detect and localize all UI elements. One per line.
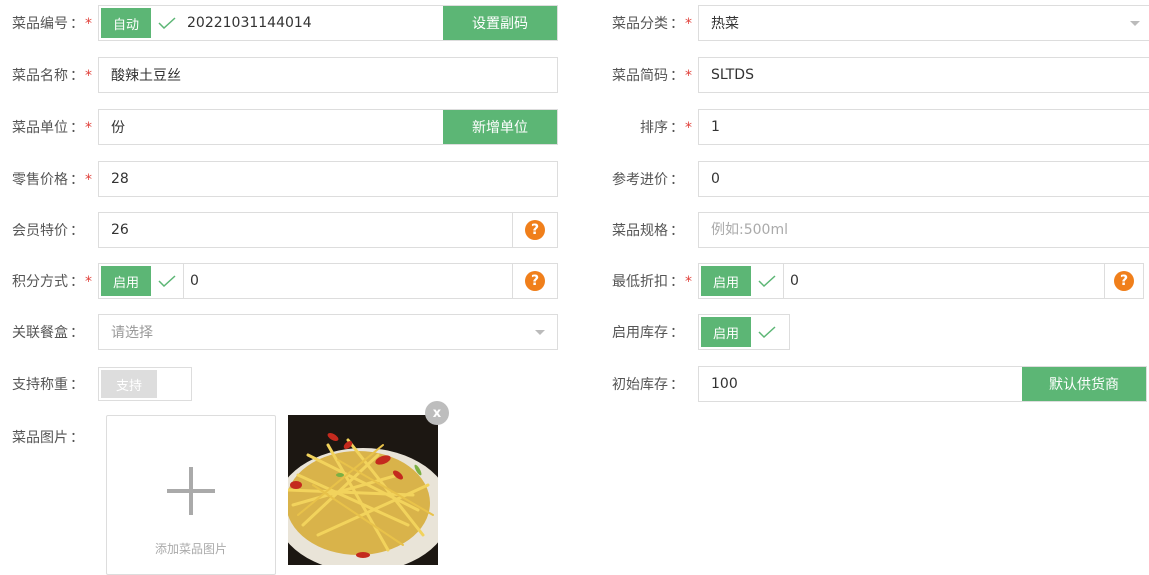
retail-price-row: 零售价格 ：*: [0, 160, 558, 198]
initial-stock-field: 默认供货商: [698, 366, 1147, 402]
category-label: 菜品分类 ：*: [612, 16, 692, 32]
min-discount-field: 启用 ?: [698, 263, 1144, 299]
check-icon[interactable]: [751, 264, 785, 298]
spec-row: 菜品规格：: [600, 211, 1149, 249]
initial-stock-label: 初始库存：: [612, 377, 684, 393]
meal-box-row: 关联餐盒： 请选择: [0, 313, 558, 351]
short-code-input[interactable]: [699, 58, 1149, 92]
member-price-row: 会员特价： ?: [0, 211, 558, 249]
retail-price-field: [98, 161, 558, 197]
plus-icon-vertical: [189, 467, 193, 515]
dish-image: [288, 415, 438, 565]
retail-price-input[interactable]: [99, 162, 557, 196]
short-code-row: 菜品简码 ：*: [600, 56, 1149, 94]
member-price-help[interactable]: ?: [512, 213, 557, 247]
meal-box-label: 关联餐盒：: [12, 325, 84, 341]
initial-stock-row: 初始库存： 默认供货商: [600, 365, 1147, 403]
points-help[interactable]: ?: [512, 264, 557, 298]
check-icon[interactable]: [151, 264, 185, 298]
category-row: 菜品分类 ：* 热菜: [600, 4, 1149, 42]
dish-unit-label: 菜品单位 ：*: [12, 120, 92, 136]
dish-image-row: 菜品图片：: [0, 418, 92, 456]
member-price-field: ?: [98, 212, 558, 248]
dish-code-label: 菜品编号 ：*: [12, 16, 92, 32]
set-sub-code-button[interactable]: 设置副码: [443, 6, 557, 40]
spec-label: 菜品规格：: [612, 223, 684, 239]
category-select[interactable]: 热菜: [698, 5, 1149, 41]
dish-name-row: 菜品名称 ：*: [0, 56, 558, 94]
dish-name-label: 菜品名称 ：*: [12, 68, 92, 84]
points-toggle[interactable]: 启用: [101, 266, 152, 296]
retail-price-label: 零售价格 ：*: [12, 172, 92, 188]
weighing-label: 支持称重：: [12, 377, 84, 393]
sort-row: 排序 ：*: [600, 108, 1149, 146]
points-field: 启用 ?: [98, 263, 558, 299]
weighing-row: 支持称重： 支持: [0, 365, 192, 403]
points-row: 积分方式：* 启用 ?: [0, 262, 558, 300]
dish-code-row: 菜品编号：* 自动 设置副码: [0, 4, 558, 42]
stock-switch[interactable]: 启用: [698, 314, 790, 350]
cost-price-field: [698, 161, 1149, 197]
sort-field: [698, 109, 1149, 145]
category-value: 热菜: [711, 16, 739, 32]
dish-code-field: 自动 设置副码: [98, 5, 558, 41]
stock-row: 启用库存： 启用: [600, 313, 790, 351]
chevron-down-icon: [535, 330, 545, 335]
check-icon[interactable]: [151, 6, 183, 40]
dish-unit-row: 菜品单位：* 新增单位: [0, 108, 558, 146]
sort-input[interactable]: [699, 110, 1149, 144]
cost-price-input[interactable]: [699, 162, 1149, 196]
cost-price-row: 参考进价：: [600, 160, 1149, 198]
meal-box-select[interactable]: 请选择: [98, 314, 558, 350]
min-discount-toggle[interactable]: 启用: [701, 266, 752, 296]
chevron-down-icon: [1130, 21, 1140, 26]
cost-price-label: 参考进价：: [612, 172, 684, 188]
add-unit-button[interactable]: 新增单位: [443, 110, 557, 144]
meal-box-placeholder: 请选择: [111, 325, 153, 341]
add-image-button[interactable]: 添加菜品图片: [106, 415, 276, 575]
dish-name-field: [98, 57, 558, 93]
question-icon[interactable]: ?: [525, 220, 545, 240]
spec-input[interactable]: [699, 213, 1149, 247]
min-discount-input[interactable]: [784, 264, 1143, 298]
min-discount-label: 最低折扣 ：*: [612, 274, 692, 290]
dish-name-input[interactable]: [99, 58, 557, 92]
dish-unit-field: 新增单位: [98, 109, 558, 145]
weighing-switch-label: 支持: [101, 370, 157, 398]
remove-image-button[interactable]: x: [425, 401, 449, 425]
points-input[interactable]: [184, 264, 557, 298]
short-code-field: [698, 57, 1149, 93]
stock-label: 启用库存：: [612, 325, 684, 341]
sort-label: 排序 ：*: [640, 120, 692, 136]
member-price-label: 会员特价：: [12, 223, 84, 239]
min-discount-help[interactable]: ?: [1104, 264, 1143, 298]
dish-image-label: 菜品图片：: [12, 430, 84, 446]
auto-code-toggle[interactable]: 自动: [101, 8, 152, 38]
spec-field: [698, 212, 1149, 248]
points-label: 积分方式 ：*: [12, 274, 92, 290]
check-icon[interactable]: [751, 315, 783, 349]
weighing-switch[interactable]: 支持: [98, 367, 192, 401]
dish-photo: [288, 415, 438, 565]
member-price-input[interactable]: [99, 213, 557, 247]
stock-toggle[interactable]: 启用: [701, 317, 752, 347]
question-icon[interactable]: ?: [1114, 271, 1134, 291]
add-image-caption: 添加菜品图片: [154, 542, 227, 556]
default-supplier-button[interactable]: 默认供货商: [1022, 367, 1146, 401]
min-discount-row: 最低折扣：* 启用 ?: [600, 262, 1144, 300]
question-icon[interactable]: ?: [525, 271, 545, 291]
short-code-label: 菜品简码 ：*: [612, 68, 692, 84]
